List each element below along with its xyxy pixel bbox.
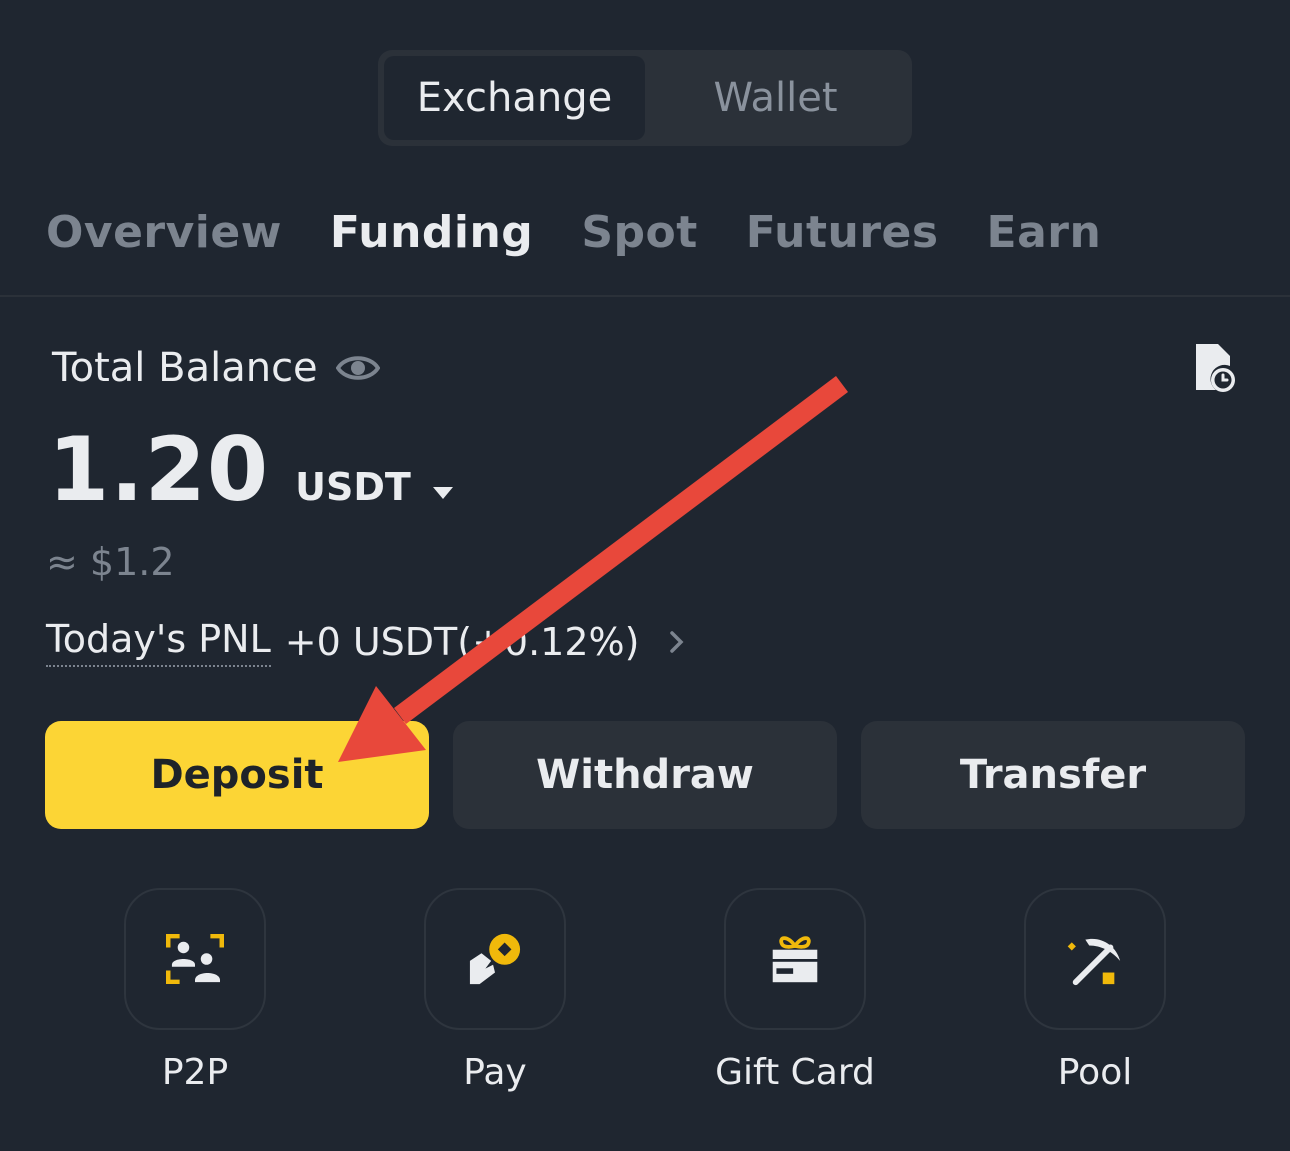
shortcut-grid: P2P Pay Gift Card Pool [0, 888, 1290, 1108]
pay-tile [424, 888, 566, 1030]
pay-icon [469, 933, 521, 985]
tab-overview[interactable]: Overview [46, 207, 282, 258]
shortcut-pay[interactable]: Pay [385, 888, 605, 1093]
account-tabs: Overview Funding Spot Futures Earn [46, 200, 1101, 264]
exchange-wallet-toggle: Exchange Wallet [378, 50, 912, 146]
balance-unit-selector[interactable]: USDT [295, 465, 454, 509]
deposit-button[interactable]: Deposit [45, 721, 429, 829]
transfer-button[interactable]: Transfer [861, 721, 1245, 829]
shortcut-label: P2P [161, 1052, 229, 1093]
tab-earn[interactable]: Earn [987, 207, 1102, 258]
exchange-toggle-option[interactable]: Exchange [384, 56, 645, 140]
eye-icon[interactable] [335, 346, 381, 390]
action-buttons: Deposit Withdraw Transfer [45, 721, 1245, 829]
shortcut-label: Pay [463, 1052, 527, 1093]
balance-amount: 1.20 [48, 418, 270, 521]
pool-tile [1024, 888, 1166, 1030]
chevron-right-icon [667, 628, 687, 656]
shortcut-pool[interactable]: Pool [985, 888, 1205, 1093]
pnl-label: Today's PNL [46, 617, 271, 667]
total-balance-label: Total Balance [52, 345, 318, 391]
p2p-icon [166, 934, 224, 984]
history-icon[interactable] [1190, 340, 1240, 394]
wallet-screen: Exchange Wallet Overview Funding Spot Fu… [0, 0, 1290, 1151]
tab-spot[interactable]: Spot [581, 207, 697, 258]
fiat-equivalent: ≈ $1.2 [46, 540, 175, 584]
shortcut-label: Gift Card [715, 1052, 875, 1093]
balance-amount-row: 1.20 USDT [48, 418, 454, 521]
tabs-divider [0, 295, 1290, 297]
shortcut-gift-card[interactable]: Gift Card [685, 888, 905, 1093]
caret-down-icon [432, 465, 454, 499]
tab-futures[interactable]: Futures [746, 207, 939, 258]
p2p-tile [124, 888, 266, 1030]
withdraw-button[interactable]: Withdraw [453, 721, 837, 829]
shortcut-label: Pool [1057, 1052, 1133, 1093]
tab-funding[interactable]: Funding [330, 207, 533, 258]
gift-card-icon [772, 936, 818, 983]
balance-unit: USDT [295, 465, 411, 509]
gift-card-tile [724, 888, 866, 1030]
shortcut-p2p[interactable]: P2P [85, 888, 305, 1093]
wallet-toggle-option[interactable]: Wallet [645, 56, 906, 140]
pnl-value: +0 USDT(+0.12%) [284, 620, 640, 664]
total-balance-header: Total Balance [52, 340, 381, 396]
pool-icon [1067, 938, 1121, 986]
todays-pnl-row[interactable]: Today's PNL +0 USDT(+0.12%) [46, 612, 687, 672]
